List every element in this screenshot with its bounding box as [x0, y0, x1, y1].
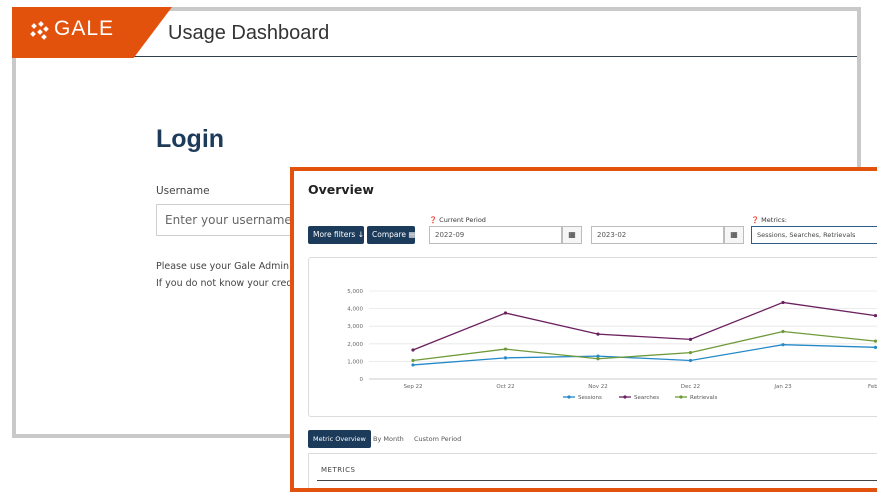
more-filters-button[interactable]: More filters ↓: [308, 226, 364, 244]
tab-by-month[interactable]: By Month: [368, 430, 409, 448]
usage-chart-container: 0 1,000 2,000 3,000 4,000 5,000 Sep 22 Oct 22 No…: [308, 257, 877, 417]
data-point-sessions: [503, 356, 508, 360]
overview-title: Overview: [308, 182, 374, 197]
x-tick-label: Feb 2: [868, 384, 877, 390]
login-help-text: Please use your Gale Admin c: [156, 261, 298, 272]
x-tick-label: Sep 22: [403, 384, 422, 390]
data-point-searches: [596, 332, 600, 336]
usage-line-chart: 0 1,000 2,000 3,000 4,000 5,000 Sep 22 Oct 22 No…: [347, 289, 877, 401]
header-bar: GALE Usage Dashboard: [12, 7, 857, 58]
x-tick-label: Oct 22: [496, 384, 514, 390]
x-tick-label: Dec 22: [681, 384, 700, 390]
calendar-icon[interactable]: ▦: [562, 226, 582, 244]
data-point-sessions: [781, 343, 785, 347]
data-point-searches: [411, 348, 415, 352]
data-point-sessions: [688, 358, 693, 363]
legend-label: Retrievals: [690, 395, 717, 401]
y-tick-label: 1,000: [347, 359, 363, 365]
tab-custom-period[interactable]: Custom Period: [409, 430, 466, 448]
brand-name: GALE: [54, 17, 115, 40]
data-point-searches: [781, 300, 785, 305]
y-tick-label: 5,000: [347, 289, 363, 295]
period-start-input[interactable]: 2022-09: [429, 226, 562, 244]
legend-label: Searches: [634, 395, 659, 401]
username-label: Username: [156, 185, 210, 197]
legend-marker: [623, 395, 627, 399]
metrics-select[interactable]: Sessions, Searches, Retrievals: [751, 226, 877, 244]
current-period-label: ❓ Current Period: [429, 216, 486, 224]
y-tick-label: 0: [360, 377, 364, 383]
legend-marker: [679, 395, 683, 399]
data-point-searches: [503, 311, 508, 315]
y-tick-label: 3,000: [347, 324, 363, 330]
gale-logo[interactable]: GALE: [12, 7, 172, 58]
login-help-text: If you do not know your creder: [156, 278, 303, 289]
current-period-text: Current Period: [439, 216, 486, 224]
x-tick-label: Jan 23: [773, 384, 792, 390]
data-point-retrievals: [781, 329, 785, 334]
data-point-retrievals: [503, 347, 508, 351]
login-heading: Login: [156, 125, 225, 153]
compare-button[interactable]: Compare ▦: [367, 226, 416, 244]
divider: [317, 480, 877, 481]
help-icon[interactable]: ❓: [429, 216, 437, 224]
data-point-retrievals: [596, 357, 600, 361]
data-point-sessions: [411, 363, 415, 367]
y-tick-label: 2,000: [347, 342, 363, 348]
app-title: Usage Dashboard: [168, 22, 330, 44]
legend-label: Sessions: [578, 395, 602, 401]
y-tick-label: 4,000: [347, 307, 363, 313]
legend-marker: [567, 395, 571, 399]
data-point-searches: [688, 337, 693, 341]
metrics-label: ❓ Metrics:: [751, 216, 787, 224]
period-end-input[interactable]: 2023-02: [591, 226, 724, 244]
overview-panel: Overview More filters ↓ Compare ▦ ❓ Curr…: [290, 167, 877, 492]
help-icon[interactable]: ❓: [751, 216, 759, 224]
calendar-icon[interactable]: ▦: [724, 226, 744, 244]
data-point-retrievals: [411, 358, 415, 363]
data-point-retrievals: [688, 351, 693, 355]
metrics-label-text: Metrics:: [761, 216, 787, 224]
metrics-table: METRICS: [308, 453, 877, 488]
gale-mark-icon: [30, 21, 49, 40]
metrics-column-header: METRICS: [321, 466, 356, 474]
x-tick-label: Nov 22: [588, 384, 607, 390]
tab-metric-overview[interactable]: Metric Overview: [308, 430, 371, 448]
series-line-sessions: [412, 344, 876, 366]
series-line-retrievals: [412, 330, 876, 362]
